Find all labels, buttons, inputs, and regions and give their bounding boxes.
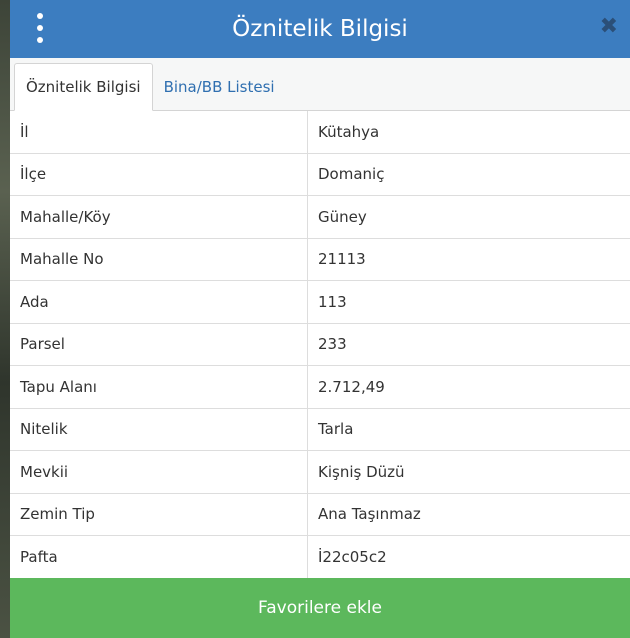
row-label: İl — [10, 111, 308, 154]
row-label: Tapu Alanı — [10, 365, 308, 409]
row-label: Ada — [10, 280, 308, 324]
row-label: Nitelik — [10, 408, 308, 451]
table-row: Tapu Alanı 2.712,49 — [10, 365, 630, 409]
row-value: Ana Taşınmaz — [307, 493, 630, 536]
attribute-table: İl Kütahya İlçe Domaniç Mahalle/Köy Güne… — [10, 111, 630, 579]
row-label: Mahalle No — [10, 238, 308, 281]
row-label: İlçe — [10, 153, 308, 196]
table-row: Mevkii Kişniş Düzü — [10, 450, 630, 494]
table-row: Pafta İ22c05c2 — [10, 535, 630, 579]
row-value: 21113 — [307, 238, 630, 281]
tab-building-list[interactable]: Bina/BB Listesi — [153, 64, 286, 110]
table-row: Mahalle No 21113 — [10, 238, 630, 281]
row-label: Pafta — [10, 535, 308, 579]
row-value: İ22c05c2 — [307, 535, 630, 579]
row-value: Domaniç — [307, 153, 630, 196]
row-value: Güney — [307, 195, 630, 239]
row-value: 2.712,49 — [307, 365, 630, 409]
row-value: Kütahya — [307, 111, 630, 154]
menu-dot — [37, 25, 43, 31]
table-row: Parsel 233 — [10, 323, 630, 366]
row-value: Tarla — [307, 408, 630, 451]
menu-icon[interactable] — [32, 13, 48, 43]
attribute-info-panel: Öznitelik Bilgisi ✖ Öznitelik Bilgisi Bi… — [10, 0, 630, 638]
add-to-favorites-button[interactable]: Favorilere ekle — [10, 578, 630, 638]
table-row: Ada 113 — [10, 280, 630, 324]
close-icon[interactable]: ✖ — [600, 14, 618, 39]
row-value: 113 — [307, 280, 630, 324]
map-background — [0, 0, 10, 638]
table-row: İl Kütahya — [10, 111, 630, 154]
row-value: Kişniş Düzü — [307, 450, 630, 494]
table-row: Mahalle/Köy Güney — [10, 195, 630, 239]
row-label: Parsel — [10, 323, 308, 366]
table-row: Nitelik Tarla — [10, 408, 630, 451]
row-label: Zemin Tip — [10, 493, 308, 536]
menu-dot — [37, 37, 43, 43]
row-label: Mahalle/Köy — [10, 195, 308, 239]
table-row: İlçe Domaniç — [10, 153, 630, 196]
panel-title: Öznitelik Bilgisi — [232, 16, 408, 42]
tab-bar: Öznitelik Bilgisi Bina/BB Listesi — [10, 58, 630, 111]
panel-header: Öznitelik Bilgisi ✖ — [10, 0, 630, 58]
row-value: 233 — [307, 323, 630, 366]
menu-dot — [37, 13, 43, 19]
row-label: Mevkii — [10, 450, 308, 494]
table-row: Zemin Tip Ana Taşınmaz — [10, 493, 630, 536]
tab-attribute-info[interactable]: Öznitelik Bilgisi — [14, 63, 153, 111]
